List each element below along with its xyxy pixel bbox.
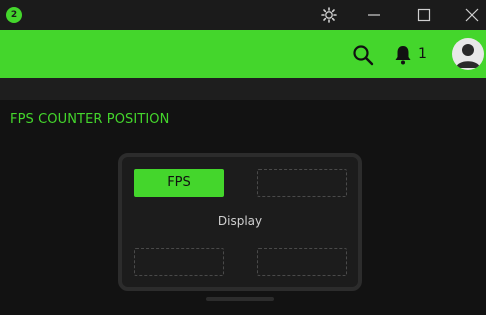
bell-icon — [395, 46, 411, 65]
app-badge[interactable]: 2 — [6, 7, 22, 23]
close-icon — [465, 8, 479, 22]
search-button[interactable] — [351, 43, 375, 67]
section-title: FPS COUNTER POSITION — [10, 112, 170, 127]
maximize-button[interactable] — [404, 0, 444, 30]
position-slot-top-right[interactable] — [257, 169, 347, 197]
app-header: 1 — [0, 30, 486, 78]
settings-icon — [321, 7, 337, 23]
minimize-button[interactable] — [354, 0, 394, 30]
notifications-button[interactable] — [393, 44, 413, 66]
notification-count: 1 — [418, 46, 427, 62]
monitor-stand — [206, 297, 274, 301]
minimize-icon — [368, 14, 380, 16]
display-label: Display — [217, 214, 263, 228]
position-slot-bottom-left[interactable] — [134, 248, 224, 276]
position-slot-bottom-right[interactable] — [257, 248, 347, 276]
sub-toolbar — [0, 78, 486, 100]
position-slot-top-left[interactable]: FPS — [134, 169, 224, 197]
maximize-icon — [417, 8, 431, 22]
title-bar: 2 — [0, 0, 486, 30]
search-icon — [353, 45, 374, 66]
settings-button[interactable] — [309, 0, 349, 30]
avatar-icon — [456, 44, 480, 68]
close-button[interactable] — [452, 0, 486, 30]
user-avatar[interactable] — [452, 38, 484, 70]
